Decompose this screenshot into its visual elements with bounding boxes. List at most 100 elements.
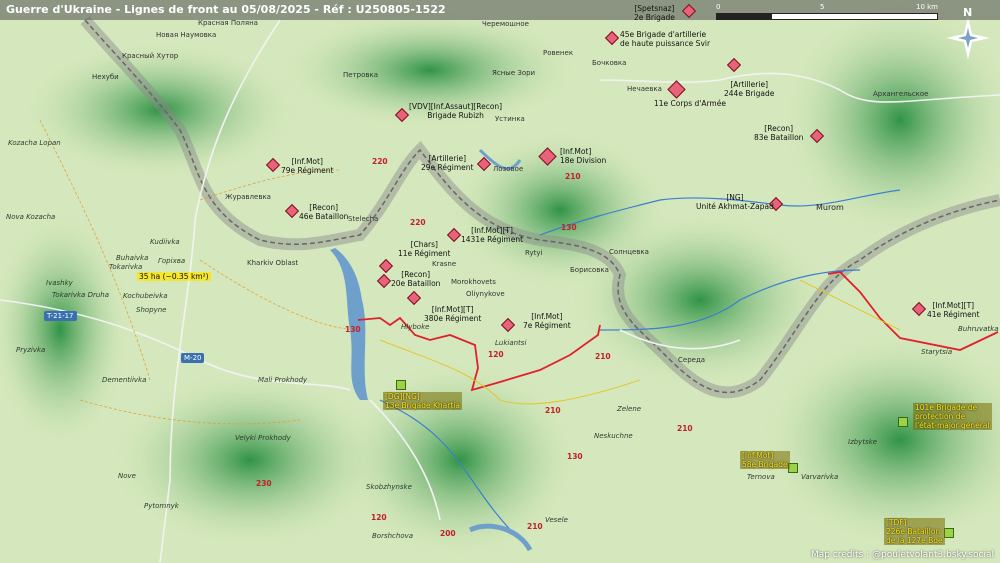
place-label: Pytomnyk bbox=[144, 502, 179, 510]
unit-label: [VDV][Inf.Assaut][Recon] Brigade Rubizh bbox=[409, 102, 503, 120]
place-label: Ivashky bbox=[46, 279, 73, 287]
place-label: Нечаевка bbox=[627, 85, 662, 93]
road-number: 200 bbox=[440, 529, 456, 538]
place-label: Архангельское bbox=[873, 90, 929, 98]
place-label: Бочковка bbox=[592, 59, 627, 67]
unit-label: [Inf.Mot] 18e Division bbox=[560, 147, 607, 165]
unit-label: [Inf.Mot][T] 41e Régiment bbox=[927, 301, 980, 319]
place-label: Солнцевка bbox=[609, 248, 649, 256]
scale-bar: 0 5 10 km bbox=[716, 3, 946, 20]
place-label: Rytyi bbox=[525, 249, 543, 257]
place-label: Oliynykove bbox=[466, 290, 505, 298]
place-label: Velyki Prokhody bbox=[235, 434, 291, 442]
place-label: Morokhovets bbox=[451, 278, 496, 286]
place-label: Lukiantsi bbox=[495, 339, 527, 347]
unit-symbol-friendly[interactable] bbox=[396, 380, 406, 390]
place-label: Borshchova bbox=[372, 532, 414, 540]
road-number: 120 bbox=[488, 350, 504, 359]
road-number: 120 bbox=[371, 513, 387, 522]
place-label: Veselе bbox=[545, 516, 568, 524]
unit-label: [Inf.Mot] 7e Régiment bbox=[523, 312, 571, 330]
road-number: 210 bbox=[545, 406, 561, 415]
scale-bar-graphic bbox=[716, 13, 938, 20]
place-label: Nove bbox=[118, 472, 136, 480]
unit-label: [Chars] 11e Régiment bbox=[398, 240, 451, 258]
place-label: Журавлевка bbox=[225, 193, 271, 201]
place-label: Stelecha bbox=[348, 215, 379, 223]
place-label: Neskuchne bbox=[594, 432, 633, 440]
unit-label: [NG] Unité Akhmat-Zapad bbox=[696, 193, 774, 211]
road-number: 210 bbox=[565, 172, 581, 181]
place-label: Kochubeivka bbox=[123, 292, 168, 300]
road-number: 210 bbox=[677, 424, 693, 433]
place-label: Kozacha Lopan bbox=[8, 139, 61, 147]
place-label: Izbytske bbox=[848, 438, 878, 446]
place-label: Середа bbox=[678, 356, 706, 364]
place-label: Varvarivka bbox=[801, 473, 839, 481]
unit-symbol-friendly[interactable] bbox=[898, 417, 908, 427]
map-credits: Map credits : @pouletvolant3.bsky.social bbox=[810, 550, 994, 560]
scale-label-5: 5 bbox=[820, 3, 825, 11]
place-label: Kudiivka bbox=[150, 238, 180, 246]
place-label: Лозовое bbox=[493, 165, 524, 173]
unit-label: [TDF] 226e Bataillon de la 127e Bde bbox=[884, 518, 945, 545]
unit-label: [Spetsnaz] 2e Brigade bbox=[634, 4, 675, 22]
north-arrow: N bbox=[953, 6, 983, 58]
unit-label: [Artillerie] 244e Brigade bbox=[724, 80, 775, 98]
unit-label: [Inf.Mot] 79e Régiment bbox=[281, 157, 334, 175]
road-number: 130 bbox=[345, 325, 361, 334]
place-label: Dementiivka bbox=[102, 376, 147, 384]
place-label: Buhruvatka bbox=[958, 325, 999, 333]
place-label: Tokarivka bbox=[109, 263, 143, 271]
place-label: Tokarivka Druha bbox=[52, 291, 110, 299]
unit-label: [Inf.Mot][T] 1431e Régiment bbox=[461, 226, 524, 244]
road-number: 230 bbox=[256, 479, 272, 488]
map-title: Guerre d'Ukraine - Lignes de front au 05… bbox=[6, 3, 446, 16]
place-label: Петровка bbox=[343, 71, 379, 79]
unit-label: [Recon] 83e Bataillon bbox=[754, 124, 804, 142]
unit-label: [Inf.Mot][T] 380e Régiment bbox=[424, 305, 482, 323]
unit-label: 11e Corps d'Armée bbox=[654, 99, 726, 108]
place-label: Ровенек bbox=[543, 49, 574, 57]
road-number: 210 bbox=[527, 522, 543, 531]
unit-label: [DG][NG] 13e Brigade Khartia bbox=[383, 392, 462, 410]
terrain-layer bbox=[0, 0, 1000, 563]
place-label: Zelene bbox=[617, 405, 642, 413]
map-canvas[interactable]: Guerre d'Ukraine - Lignes de front au 05… bbox=[0, 0, 1000, 563]
unit-label: [Recon] 46e Bataillon bbox=[299, 203, 349, 221]
place-label: Нехуби bbox=[92, 73, 119, 81]
place-label: Mali Prokhody bbox=[258, 376, 308, 384]
unit-symbol-friendly[interactable] bbox=[944, 528, 954, 538]
place-label: Shopyne bbox=[136, 306, 167, 314]
place-label: Pryzivka bbox=[16, 346, 46, 354]
area-annotation: 35 ha (~0.35 km²) bbox=[137, 272, 211, 281]
place-label: Ясные Зори bbox=[492, 69, 536, 77]
place-label: Борисовка bbox=[570, 266, 609, 274]
road-number: 210 bbox=[595, 352, 611, 361]
place-label: Hlyboke bbox=[401, 323, 430, 331]
road-number: 220 bbox=[410, 218, 426, 227]
place-label: Buhaivka bbox=[116, 254, 149, 262]
unit-label: 101e Brigade de protection de l'état-major… bbox=[913, 403, 992, 430]
unit-label: [Artillerie] 29e Régiment bbox=[421, 154, 474, 172]
place-label: Горіхва bbox=[158, 257, 186, 265]
scale-label-10: 10 km bbox=[916, 3, 939, 11]
place-label: Nova Kozacha bbox=[6, 213, 56, 221]
place-label: Krasne bbox=[432, 260, 457, 268]
unit-label: 45e Brigade d'artillerie de haute puissan… bbox=[620, 30, 711, 48]
place-label: Черемошное bbox=[482, 20, 529, 28]
scale-label-0: 0 bbox=[716, 3, 721, 11]
unit-label: [Inf.Mot] 58e Brigade bbox=[740, 451, 790, 469]
place-label: Красный Хутор bbox=[122, 52, 179, 60]
place-label: Ternova bbox=[747, 473, 775, 481]
place-label: Красная Поляна bbox=[198, 19, 258, 27]
highway-shield: T-21-17 bbox=[44, 311, 77, 321]
place-label: Starytsia bbox=[921, 348, 953, 356]
place-label: Murom bbox=[816, 203, 844, 212]
highway-shield: M-20 bbox=[181, 353, 205, 363]
north-label: N bbox=[963, 6, 973, 19]
road-number: 130 bbox=[567, 452, 583, 461]
place-label: Новая Наумовка bbox=[156, 31, 217, 39]
road-number: 220 bbox=[372, 157, 388, 166]
road-number: 130 bbox=[561, 223, 577, 232]
